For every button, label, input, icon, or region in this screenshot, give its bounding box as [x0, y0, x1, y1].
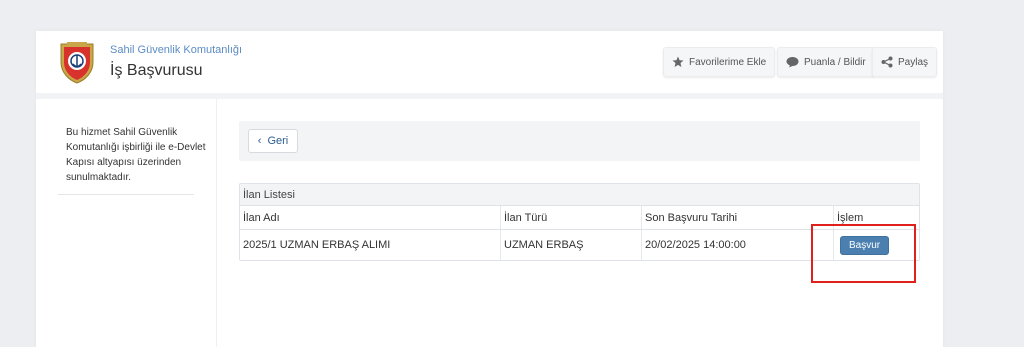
page-title: İş Başvurusu — [110, 62, 203, 79]
service-info-text: Bu hizmet Sahil Güvenlik Komutanlığı işb… — [66, 127, 206, 183]
agency-name: Sahil Güvenlik Komutanlığı — [110, 44, 243, 56]
listing-type-cell: UZMAN ERBAŞ — [501, 230, 642, 260]
add-favorites-label: Favorilerime Ekle — [689, 56, 767, 68]
sidebar-divider — [58, 194, 194, 195]
column-header-deadline: Son Başvuru Tarihi — [642, 206, 834, 229]
toolbar: ‹ Geri — [239, 121, 920, 161]
listing-name-cell: 2025/1 UZMAN ERBAŞ ALIMI — [240, 230, 501, 260]
service-card: Sahil Güvenlik Komutanlığı İş Başvurusu … — [36, 31, 943, 347]
back-button[interactable]: ‹ Geri — [248, 129, 298, 153]
rate-report-button[interactable]: Puanla / Bildir — [777, 47, 875, 77]
share-icon — [881, 56, 893, 68]
share-label: Paylaş — [898, 56, 929, 68]
rate-report-label: Puanla / Bildir — [804, 56, 866, 68]
add-favorites-button[interactable]: Favorilerime Ekle — [663, 47, 776, 77]
coast-guard-logo-icon — [60, 42, 94, 84]
chevron-left-icon: ‹ — [257, 135, 262, 147]
annotation-highlight-box — [811, 224, 916, 283]
main-content: ‹ Geri İlan Listesi İlan Adı İlan Türü S… — [217, 99, 943, 347]
column-header-type: İlan Türü — [501, 206, 642, 229]
back-button-label: Geri — [267, 135, 289, 147]
share-button[interactable]: Paylaş — [872, 47, 938, 77]
column-header-name: İlan Adı — [240, 206, 501, 229]
sidebar: Bu hizmet Sahil Güvenlik Komutanlığı işb… — [36, 99, 217, 347]
service-header: Sahil Güvenlik Komutanlığı İş Başvurusu … — [36, 31, 943, 93]
speech-bubble-icon — [786, 57, 799, 68]
listing-deadline-cell: 20/02/2025 14:00:00 — [642, 230, 834, 260]
table-caption: İlan Listesi — [240, 184, 919, 206]
star-icon — [672, 56, 684, 67]
